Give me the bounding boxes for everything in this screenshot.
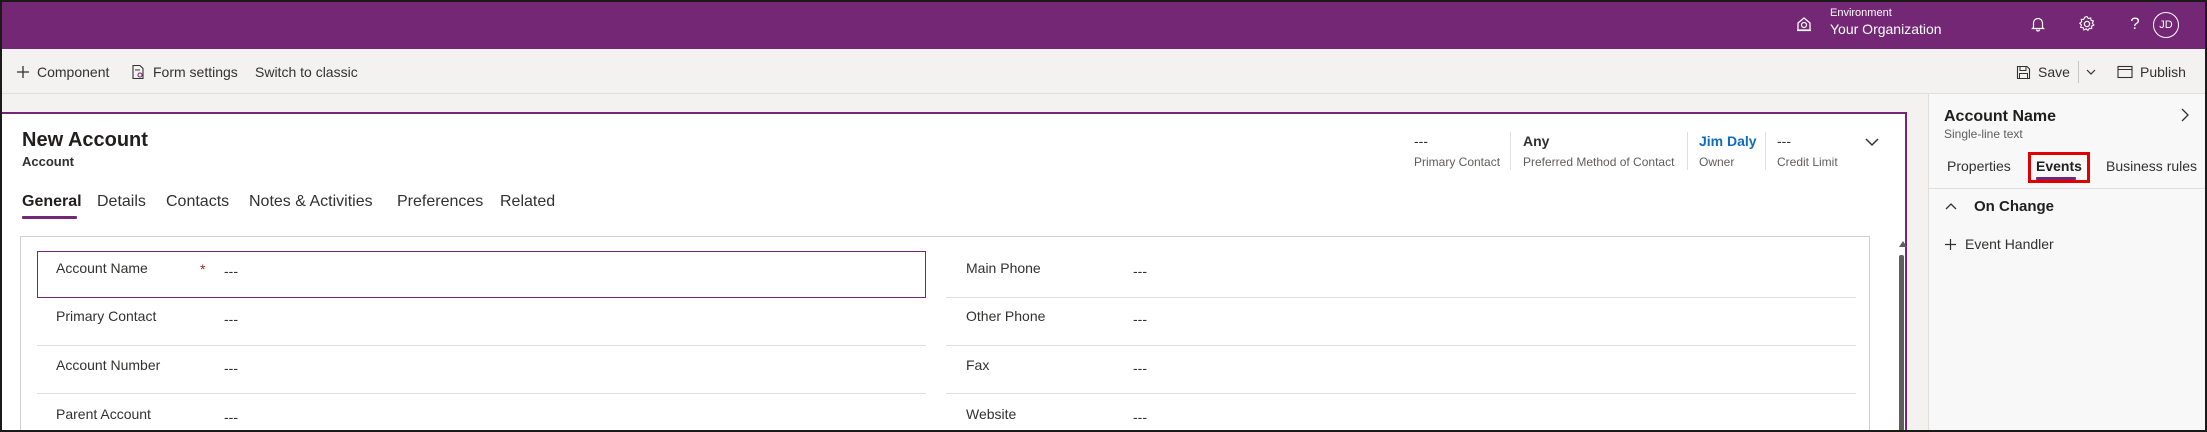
- event-handler-label: Event Handler: [1965, 236, 2054, 252]
- component-label: Component: [37, 64, 110, 80]
- tab-preferences[interactable]: Preferences: [397, 193, 483, 211]
- header-expand-chevron-icon[interactable]: [1862, 132, 1882, 152]
- tab-general[interactable]: General: [22, 193, 82, 211]
- header-divider: [1687, 132, 1688, 170]
- form-settings-button[interactable]: Form settings: [130, 61, 238, 83]
- field-parent-account[interactable]: Parent Account ---: [56, 406, 916, 430]
- chevron-up-icon: [1945, 202, 1957, 209]
- field-fax[interactable]: Fax ---: [966, 357, 1846, 405]
- owner-link[interactable]: Jim Daly: [1699, 133, 1757, 151]
- field-primary-contact[interactable]: Primary Contact ---: [56, 308, 916, 356]
- tab-details[interactable]: Details: [97, 193, 146, 211]
- header-field-credit-limit[interactable]: --- Credit Limit: [1777, 133, 1838, 169]
- row-divider: [946, 345, 1856, 346]
- avatar[interactable]: JD: [2153, 12, 2179, 38]
- on-change-section-header[interactable]: On Change: [1944, 198, 2054, 215]
- field-value[interactable]: ---: [1133, 409, 1147, 425]
- field-website[interactable]: Website ---: [966, 406, 1846, 430]
- header-divider: [1510, 132, 1511, 170]
- tab-notes-activities[interactable]: Notes & Activities: [249, 193, 373, 211]
- form-settings-label: Form settings: [153, 64, 238, 80]
- header-value: ---: [1414, 133, 1428, 149]
- field-value[interactable]: ---: [224, 311, 238, 327]
- header-field-owner[interactable]: Jim Daly Owner: [1699, 133, 1757, 169]
- environment-icon[interactable]: [1795, 15, 1813, 33]
- field-label: Website: [966, 406, 1017, 422]
- row-divider: [946, 297, 1856, 298]
- active-tab-indicator: [22, 216, 77, 219]
- save-dropdown-button[interactable]: [2085, 61, 2104, 83]
- save-icon: [2016, 65, 2031, 79]
- header-label: Credit Limit: [1777, 155, 1838, 169]
- plus-icon: [1945, 238, 1956, 250]
- save-button[interactable]: Save: [2016, 61, 2070, 83]
- field-account-number[interactable]: Account Number ---: [56, 357, 916, 405]
- field-value[interactable]: ---: [224, 263, 238, 279]
- header-divider: [1765, 132, 1766, 170]
- plus-icon: [17, 66, 29, 78]
- properties-pane: [1928, 94, 2207, 432]
- component-button[interactable]: Component: [16, 61, 109, 83]
- field-label: Primary Contact: [56, 308, 157, 324]
- publish-button[interactable]: Publish: [2117, 61, 2186, 83]
- save-separator: [2078, 61, 2079, 83]
- tab-business-rules[interactable]: Business rules: [2106, 158, 2197, 174]
- bell-icon[interactable]: [2027, 13, 2049, 35]
- pane-title: Account Name: [1944, 108, 2057, 125]
- switch-to-classic-label: Switch to classic: [255, 64, 358, 80]
- field-value[interactable]: ---: [224, 360, 238, 376]
- header-label: Preferred Method of Contact: [1523, 155, 1675, 169]
- field-account-name[interactable]: Account Name ---: [56, 260, 916, 308]
- publish-icon: [2117, 65, 2133, 79]
- field-main-phone[interactable]: Main Phone ---: [966, 260, 1846, 308]
- form-title: New Account: [22, 129, 148, 151]
- gear-icon[interactable]: [2076, 13, 2098, 35]
- switch-to-classic-button[interactable]: Switch to classic: [255, 61, 358, 83]
- chevron-down-icon: [2086, 69, 2096, 75]
- tab-properties[interactable]: Properties: [1947, 158, 2011, 174]
- scrollbar-thumb[interactable]: [1899, 255, 1904, 432]
- header-value: Any: [1523, 133, 1550, 149]
- pane-divider: [1928, 188, 2207, 189]
- on-change-label: On Change: [1974, 198, 2055, 215]
- header-label: Owner: [1699, 155, 1735, 169]
- header-label: Primary Contact: [1414, 155, 1501, 169]
- header-field-preferred-method[interactable]: Any Preferred Method of Contact: [1523, 133, 1674, 169]
- scroll-up-arrow-icon[interactable]: [1899, 241, 1907, 247]
- field-value[interactable]: ---: [1133, 360, 1147, 376]
- field-label: Parent Account: [56, 406, 151, 422]
- tab-contacts[interactable]: Contacts: [166, 193, 229, 211]
- environment-value[interactable]: Your Organization: [1830, 21, 1942, 37]
- field-other-phone[interactable]: Other Phone ---: [966, 308, 1846, 356]
- save-label: Save: [2038, 64, 2070, 80]
- command-bar: Component Form settings Switch to classi…: [0, 49, 2207, 94]
- field-value[interactable]: ---: [1133, 263, 1147, 279]
- row-divider: [946, 393, 1856, 394]
- publish-label: Publish: [2140, 64, 2186, 80]
- help-icon[interactable]: ?: [2124, 13, 2146, 35]
- form-settings-icon: [132, 64, 144, 80]
- tab-related[interactable]: Related: [500, 193, 555, 211]
- chevron-right-icon[interactable]: [2177, 107, 2193, 123]
- form-entity: Account: [22, 154, 74, 169]
- field-label: Account Name: [56, 260, 148, 276]
- header-value: ---: [1777, 133, 1791, 149]
- field-label: Account Number: [56, 357, 161, 373]
- pane-subtitle: Single-line text: [1944, 127, 2023, 141]
- top-bar: Environment Your Organization ? JD: [0, 0, 2207, 49]
- events-tab-highlight: [2028, 152, 2090, 183]
- field-value[interactable]: ---: [224, 409, 238, 425]
- field-label: Fax: [966, 357, 990, 373]
- field-label: Main Phone: [966, 260, 1041, 276]
- event-handler-button[interactable]: Event Handler: [1944, 236, 2054, 252]
- environment-label: Environment: [1830, 7, 1892, 19]
- header-field-primary-contact[interactable]: --- Primary Contact: [1414, 133, 1500, 169]
- required-indicator: *: [200, 261, 206, 277]
- field-label: Other Phone: [966, 308, 1046, 324]
- field-value[interactable]: ---: [1133, 311, 1147, 327]
